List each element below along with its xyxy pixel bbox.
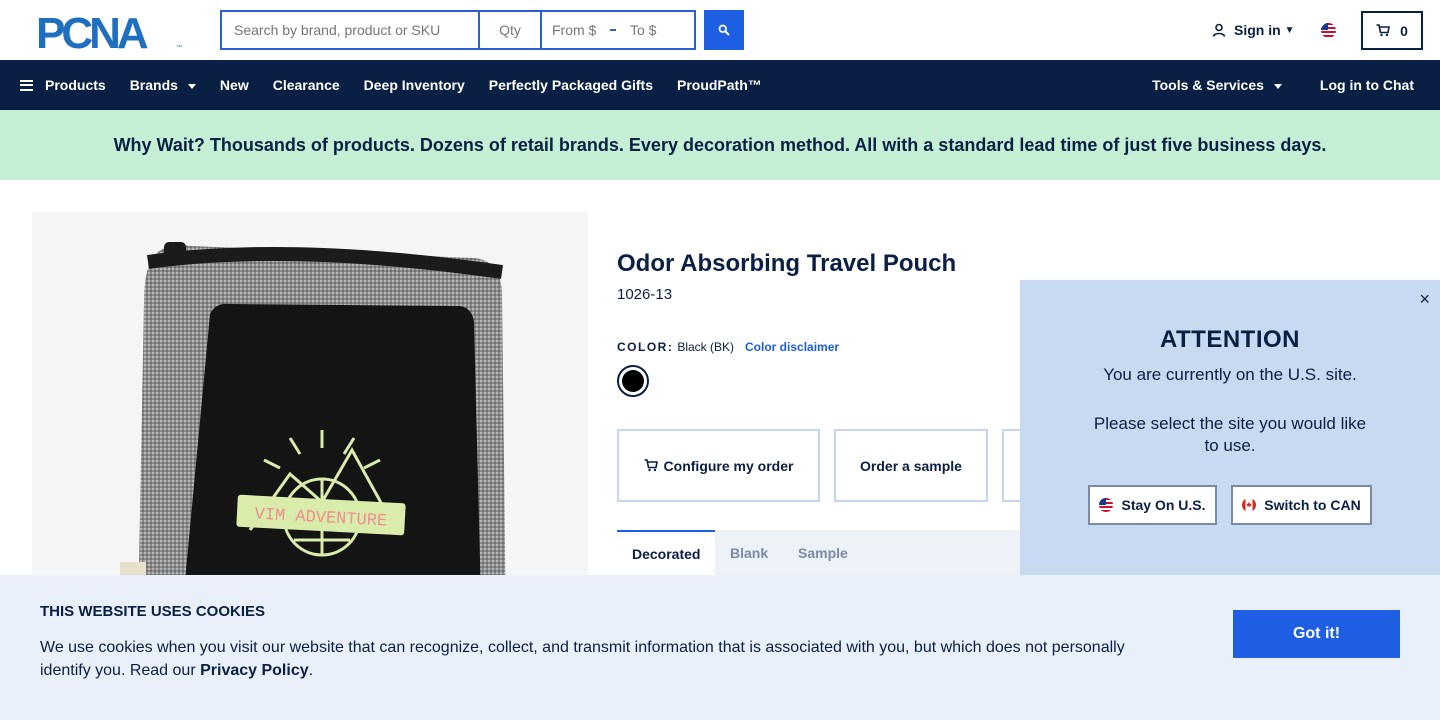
- nav-proudpath[interactable]: ProudPath™: [677, 77, 762, 93]
- privacy-policy-link[interactable]: Privacy Policy: [200, 662, 309, 679]
- promo-banner: Why Wait? Thousands of products. Dozens …: [0, 110, 1440, 180]
- nav-tools-services[interactable]: Tools & Services: [1152, 77, 1282, 93]
- nav-deep-inventory[interactable]: Deep Inventory: [364, 77, 465, 93]
- cookie-text: We use cookies when you visit our websit…: [40, 636, 1160, 682]
- accept-cookies-label: Got it!: [1292, 625, 1341, 642]
- search-bar: [220, 10, 744, 50]
- chevron-down-icon: ▼: [1284, 24, 1295, 36]
- nav-gifts-label: Perfectly Packaged Gifts: [488, 77, 653, 93]
- configure-order-button[interactable]: Configure my order: [617, 429, 820, 502]
- nav-clearance[interactable]: Clearance: [273, 77, 340, 93]
- color-disclaimer-link[interactable]: Color disclaimer: [745, 340, 839, 354]
- order-sample-button[interactable]: Order a sample: [834, 429, 988, 502]
- nav-tools-label: Tools & Services: [1152, 77, 1264, 93]
- nav-brands[interactable]: Brands: [130, 77, 196, 93]
- price-dash: [610, 29, 616, 31]
- color-label: COLOR:: [617, 340, 674, 354]
- swatch-fill: [622, 370, 644, 392]
- menu-icon: [20, 79, 33, 91]
- product-title: Odor Absorbing Travel Pouch: [617, 250, 957, 277]
- modal-select-site-text: Please select the site you would like to…: [1093, 414, 1367, 455]
- price-from-input[interactable]: [552, 22, 606, 38]
- cookie-banner: THIS WEBSITE USES COOKIES We use cookies…: [0, 575, 1440, 720]
- cookie-title: THIS WEBSITE USES COOKIES: [40, 603, 266, 620]
- stay-us-label: Stay On U.S.: [1121, 497, 1206, 513]
- color-row: COLOR: Black (BK) Color disclaimer: [617, 340, 839, 354]
- svg-text:™: ™: [176, 44, 182, 50]
- tab-decorated[interactable]: Decorated: [617, 530, 716, 575]
- search-input[interactable]: [220, 10, 478, 50]
- nav-clearance-label: Clearance: [272, 77, 340, 93]
- product-sku: 1026-13: [617, 286, 673, 303]
- caret-down-icon: [187, 84, 196, 89]
- sign-in-label: Sign in: [1234, 22, 1281, 38]
- order-sample-label: Order a sample: [860, 457, 962, 474]
- cart-button[interactable]: 0: [1361, 11, 1423, 50]
- nav-chat-login[interactable]: Log in to Chat: [1320, 77, 1414, 93]
- tab-blank-label: Blank: [730, 544, 769, 561]
- stay-us-button[interactable]: Stay On U.S.: [1088, 485, 1217, 525]
- top-header: PCNA ™ Sign in ▼: [0, 0, 1440, 60]
- us-flag-icon: [1099, 498, 1114, 512]
- color-value: Black (BK): [677, 340, 735, 354]
- nav-new-label: New: [219, 77, 249, 93]
- qty-input[interactable]: [478, 10, 540, 50]
- configure-order-label: Configure my order: [663, 457, 794, 474]
- search-icon: [718, 24, 730, 36]
- pricing-tabs: Decorated Blank Sample: [617, 530, 1020, 575]
- cart-count: 0: [1400, 22, 1408, 39]
- pcna-logo[interactable]: PCNA ™: [36, 9, 184, 58]
- nav-chat-label: Log in to Chat: [1319, 77, 1414, 93]
- price-to-input[interactable]: [630, 22, 684, 38]
- user-icon: [1212, 23, 1226, 37]
- nav-brands-label: Brands: [129, 77, 178, 93]
- price-range: [540, 10, 696, 50]
- nav-new[interactable]: New: [220, 77, 249, 93]
- tab-sample[interactable]: Sample: [798, 530, 848, 575]
- caret-down-icon: [1273, 84, 1282, 89]
- nav-gifts[interactable]: Perfectly Packaged Gifts: [489, 77, 653, 93]
- cookie-end: .: [308, 662, 314, 679]
- nav-products-label: Products: [45, 77, 106, 93]
- nav-deep-inventory-label: Deep Inventory: [363, 77, 465, 93]
- cart-icon: [1376, 24, 1391, 37]
- color-swatch-black[interactable]: [617, 365, 649, 397]
- tab-sample-label: Sample: [798, 544, 848, 561]
- modal-current-site-text: You are currently on the U.S. site.: [1103, 365, 1357, 384]
- switch-can-label: Switch to CAN: [1264, 497, 1361, 513]
- nav-proudpath-label: ProudPath™: [676, 77, 762, 93]
- sign-in-button[interactable]: Sign in ▼: [1212, 22, 1295, 38]
- main-nav: Products Brands New Clearance Deep Inven…: [0, 60, 1440, 110]
- accept-cookies-button[interactable]: Got it!: [1233, 610, 1400, 658]
- search-button[interactable]: [704, 10, 744, 50]
- modal-title: ATTENTION: [1159, 326, 1301, 353]
- close-icon[interactable]: ×: [1419, 289, 1430, 310]
- tab-decorated-label: Decorated: [632, 545, 701, 562]
- tab-blank[interactable]: Blank: [730, 530, 768, 575]
- country-select-modal: × ATTENTION You are currently on the U.S…: [1020, 280, 1440, 575]
- nav-products[interactable]: Products: [20, 77, 106, 93]
- canada-flag-icon: [1242, 498, 1257, 512]
- cart-icon: [644, 459, 658, 472]
- svg-text:PCNA: PCNA: [36, 12, 148, 50]
- switch-can-button[interactable]: Switch to CAN: [1231, 485, 1372, 525]
- us-flag-icon[interactable]: [1321, 23, 1336, 38]
- promo-text: Why Wait? Thousands of products. Dozens …: [113, 134, 1327, 155]
